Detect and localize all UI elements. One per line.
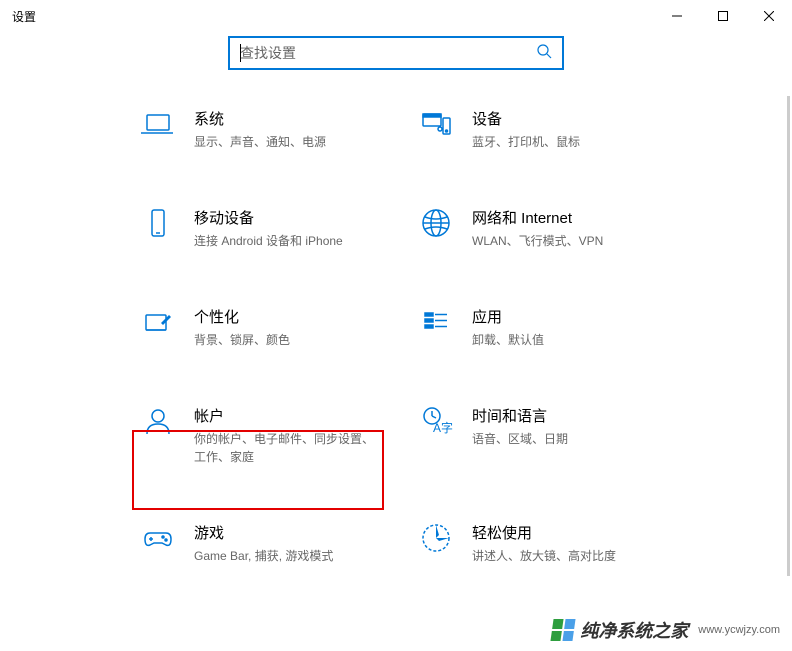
watermark-url: www.ycwjzy.com xyxy=(698,624,780,636)
category-desc: 语音、区域、日期 xyxy=(472,430,568,448)
category-title: 游戏 xyxy=(194,522,333,543)
category-title: 移动设备 xyxy=(194,207,343,228)
category-title: 应用 xyxy=(472,306,544,327)
category-desc: 显示、声音、通知、电源 xyxy=(194,133,326,151)
globe-icon xyxy=(418,205,454,241)
watermark-logo-icon xyxy=(551,619,576,641)
category-title: 系统 xyxy=(194,108,326,129)
devices-icon xyxy=(418,106,454,142)
category-title: 设备 xyxy=(472,108,580,129)
category-desc: WLAN、飞行模式、VPN xyxy=(472,232,603,250)
category-text: 轻松使用 讲述人、放大镜、高对比度 xyxy=(472,520,616,565)
category-time-language[interactable]: A字 时间和语言 语音、区域、日期 xyxy=(418,403,672,466)
category-desc: Game Bar, 捕获, 游戏模式 xyxy=(194,547,333,565)
category-desc: 蓝牙、打印机、鼠标 xyxy=(472,133,580,151)
category-desc: 卸载、默认值 xyxy=(472,331,544,349)
category-desc: 连接 Android 设备和 iPhone xyxy=(194,232,343,250)
apps-icon xyxy=(418,304,454,340)
category-desc: 讲述人、放大镜、高对比度 xyxy=(472,547,616,565)
category-text: 个性化 背景、锁屏、颜色 xyxy=(194,304,290,349)
svg-text:A字: A字 xyxy=(433,420,453,435)
category-text: 网络和 Internet WLAN、飞行模式、VPN xyxy=(472,205,603,250)
search-input[interactable] xyxy=(240,45,536,61)
category-title: 网络和 Internet xyxy=(472,207,603,228)
category-text: 系统 显示、声音、通知、电源 xyxy=(194,106,326,151)
scrollbar[interactable] xyxy=(787,96,790,576)
category-accounts[interactable]: 帐户 你的帐户、电子邮件、同步设置、工作、家庭 xyxy=(140,403,394,466)
category-desc: 你的帐户、电子邮件、同步设置、工作、家庭 xyxy=(194,430,374,466)
gaming-icon xyxy=(140,520,176,556)
time-lang-icon: A字 xyxy=(418,403,454,439)
watermark-text: 纯净系统之家 xyxy=(580,617,688,643)
phone-icon xyxy=(140,205,176,241)
maximize-button[interactable] xyxy=(700,0,746,32)
category-title: 个性化 xyxy=(194,306,290,327)
category-apps[interactable]: 应用 卸载、默认值 xyxy=(418,304,672,349)
category-devices[interactable]: 设备 蓝牙、打印机、鼠标 xyxy=(418,106,672,151)
category-title: 轻松使用 xyxy=(472,522,616,543)
window-controls xyxy=(654,0,792,32)
category-desc: 背景、锁屏、颜色 xyxy=(194,331,290,349)
category-gaming[interactable]: 游戏 Game Bar, 捕获, 游戏模式 xyxy=(140,520,394,565)
search-container xyxy=(0,36,792,70)
personalize-icon xyxy=(140,304,176,340)
category-phone[interactable]: 移动设备 连接 Android 设备和 iPhone xyxy=(140,205,394,250)
category-text: 帐户 你的帐户、电子邮件、同步设置、工作、家庭 xyxy=(194,403,374,466)
category-text: 游戏 Game Bar, 捕获, 游戏模式 xyxy=(194,520,333,565)
category-text: 应用 卸载、默认值 xyxy=(472,304,544,349)
person-icon xyxy=(140,403,176,439)
category-ease-of-access[interactable]: 轻松使用 讲述人、放大镜、高对比度 xyxy=(418,520,672,565)
category-text: 移动设备 连接 Android 设备和 iPhone xyxy=(194,205,343,250)
category-title: 时间和语言 xyxy=(472,405,568,426)
close-button[interactable] xyxy=(746,0,792,32)
laptop-icon xyxy=(140,106,176,142)
categories-grid: 系统 显示、声音、通知、电源 设备 蓝牙、打印机、鼠标 移动设 xyxy=(0,106,792,565)
category-personalization[interactable]: 个性化 背景、锁屏、颜色 xyxy=(140,304,394,349)
minimize-button[interactable] xyxy=(654,0,700,32)
ease-icon xyxy=(418,520,454,556)
category-text: 时间和语言 语音、区域、日期 xyxy=(472,403,568,448)
category-system[interactable]: 系统 显示、声音、通知、电源 xyxy=(140,106,394,151)
watermark: 纯净系统之家 www.ycwjzy.com xyxy=(552,617,780,643)
titlebar: 设置 xyxy=(0,0,792,32)
window-title: 设置 xyxy=(12,8,36,25)
search-box[interactable] xyxy=(228,36,564,70)
text-cursor xyxy=(240,44,241,62)
category-network[interactable]: 网络和 Internet WLAN、飞行模式、VPN xyxy=(418,205,672,250)
category-title: 帐户 xyxy=(194,405,374,426)
category-text: 设备 蓝牙、打印机、鼠标 xyxy=(472,106,580,151)
search-icon[interactable] xyxy=(536,43,552,64)
